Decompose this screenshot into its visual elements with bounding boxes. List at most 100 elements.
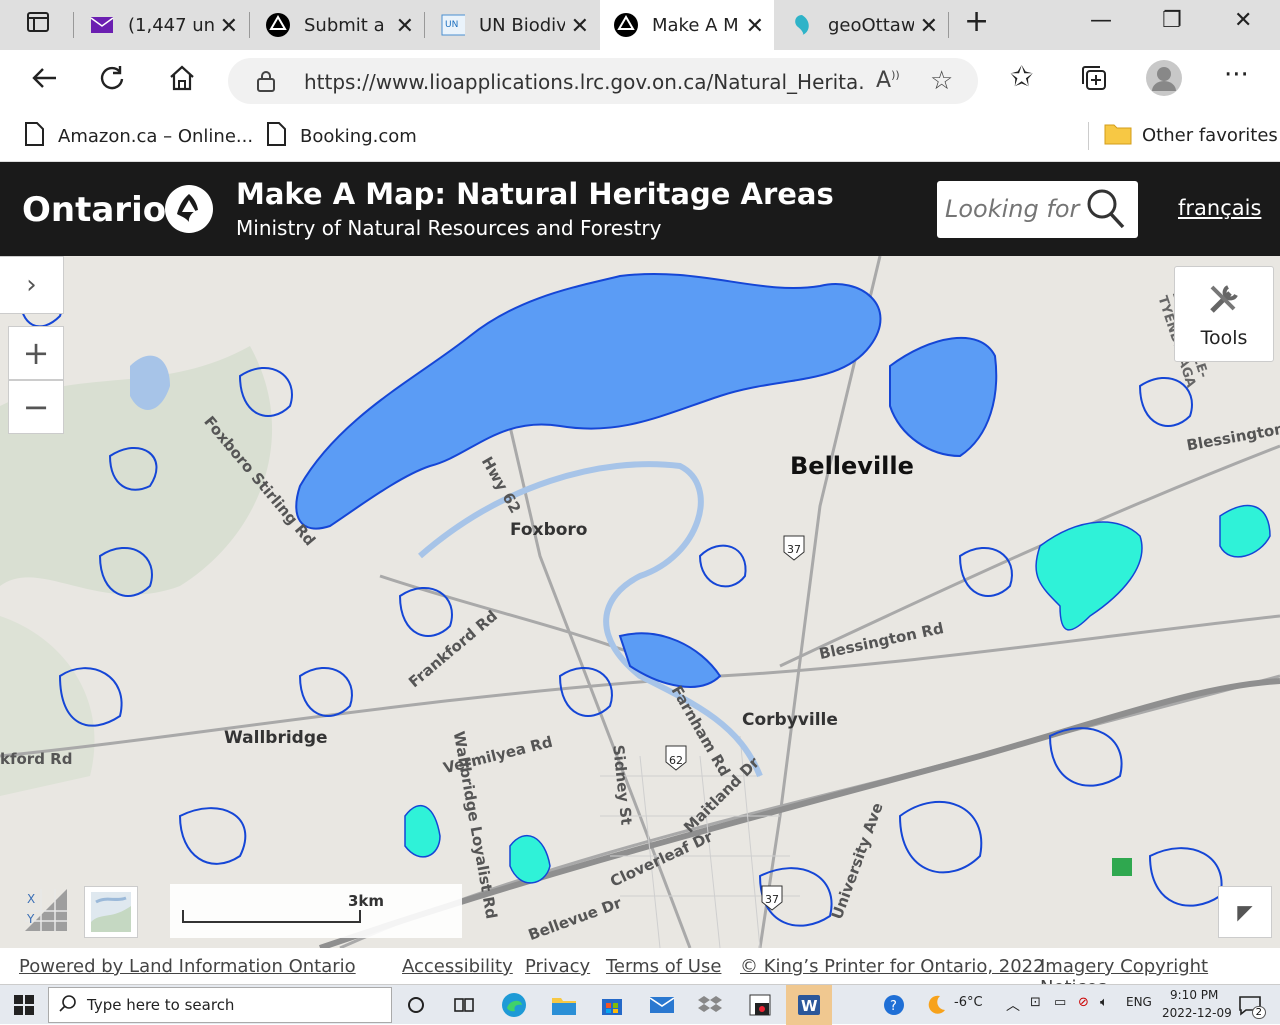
more-menu-icon[interactable]: ··· (1224, 60, 1249, 90)
favorite-label: Amazon.ca – Online... (58, 126, 254, 147)
vpn-icon[interactable]: ⊘ (1078, 995, 1089, 1010)
scale-line (182, 910, 361, 923)
tab-label: Make A Map (652, 14, 738, 36)
address-bar-row: https://www.lioapplications.lrc.gov.on.c… (0, 50, 1280, 110)
scale-bar: 3km (170, 884, 462, 938)
close-icon[interactable]: ✕ (920, 14, 938, 39)
taskbar-search-placeholder: Type here to search (87, 996, 235, 1014)
language-link[interactable]: français (1178, 196, 1261, 220)
volume-icon[interactable]: 🔈︎ (1100, 995, 1108, 1010)
new-tab-icon[interactable]: + (964, 4, 989, 39)
mail-app-icon[interactable] (648, 991, 676, 1019)
profile-avatar[interactable] (1146, 60, 1182, 103)
page-title: Make A Map: Natural Heritage Areas (236, 177, 834, 211)
windows-start-icon[interactable] (10, 991, 38, 1019)
close-icon[interactable]: ✕ (396, 14, 414, 39)
collections-icon[interactable] (1080, 64, 1108, 99)
coordinate-grid-button[interactable]: XY (20, 884, 72, 936)
close-icon[interactable]: ✕ (571, 14, 589, 39)
svg-text:Y: Y (26, 912, 35, 926)
svg-text:X: X (27, 892, 35, 906)
language-indicator[interactable]: ENG (1126, 995, 1152, 1009)
tab-actions-icon[interactable] (26, 10, 50, 41)
tab-submit[interactable]: Submit a ✕ (252, 0, 424, 50)
clock-date[interactable]: 2022-12-09 (1162, 1006, 1232, 1020)
tab-label: UN Biodiversity (479, 14, 565, 36)
svg-text:?: ? (890, 999, 897, 1014)
favorites-icon[interactable]: ✩ (1010, 60, 1033, 93)
svg-text:UN: UN (445, 20, 458, 30)
favorite-label: Booking.com (300, 126, 417, 147)
basemap-switch-button[interactable] (84, 886, 138, 938)
cortana-icon[interactable] (402, 991, 430, 1019)
tools-button[interactable]: Tools (1174, 266, 1274, 362)
mail-icon (90, 13, 114, 37)
plus-icon: + (22, 334, 50, 372)
search-box[interactable] (937, 181, 1138, 238)
tools-icon (1204, 279, 1244, 323)
expand-panel-button[interactable]: › (0, 256, 64, 314)
close-icon[interactable]: ✕ (746, 14, 764, 39)
back-icon[interactable] (30, 64, 58, 99)
edge-browser-icon[interactable] (500, 991, 528, 1019)
microsoft-store-icon[interactable] (598, 991, 626, 1019)
map-label-belleville: Belleville (790, 452, 914, 480)
overview-map-toggle[interactable]: ◤ (1218, 886, 1272, 938)
notifications-icon[interactable]: 2 (1236, 991, 1266, 1019)
interchange-icon (1112, 858, 1132, 876)
close-window-icon[interactable]: ✕ (1234, 8, 1252, 33)
add-favorite-icon[interactable]: ☆ (930, 66, 953, 96)
footer-link-accessibility[interactable]: Accessibility (402, 956, 513, 977)
favorite-booking[interactable]: Booking.com (266, 121, 417, 152)
map-label-corbyville: Corbyville (742, 710, 838, 730)
favorite-amazon[interactable]: Amazon.ca – Online... (24, 121, 253, 152)
other-favorites-label: Other favorites (1142, 125, 1278, 146)
map-base[interactable]: 37 62 37 (0, 256, 1280, 948)
task-view-icon[interactable] (450, 991, 478, 1019)
page-icon (266, 121, 286, 152)
footer-link-copyright[interactable]: © King’s Printer for Ontario, 2022 (740, 956, 1045, 977)
other-favorites[interactable]: Other favorites (1104, 121, 1278, 150)
tab-label: Submit a (304, 14, 385, 36)
tab-geoottawa[interactable]: geoOttawa ✕ (776, 0, 948, 50)
highway-shield-label: 62 (669, 754, 683, 767)
taskbar-search-box[interactable]: Type here to search (48, 987, 392, 1023)
footer-link-privacy[interactable]: Privacy (525, 956, 590, 977)
minimize-icon[interactable]: — (1090, 8, 1112, 33)
restore-icon[interactable]: ❐ (1162, 8, 1182, 33)
refresh-icon[interactable] (98, 64, 126, 99)
map-canvas[interactable]: 37 62 37 Belleville Foxboro Corbyville W… (0, 256, 1280, 948)
zoom-in-button[interactable]: + (8, 326, 64, 380)
photo-app-icon[interactable] (746, 991, 774, 1019)
lock-icon[interactable] (256, 70, 276, 96)
url-bar[interactable]: https://www.lioapplications.lrc.gov.on.c… (228, 58, 978, 104)
read-aloud-icon[interactable]: A)) (876, 68, 900, 93)
geo-ottawa-icon (790, 13, 814, 37)
help-icon[interactable]: ? (880, 991, 908, 1019)
site-footer: Powered by Land Information Ontario Acce… (0, 948, 1280, 998)
word-app-icon[interactable]: W (786, 985, 832, 1025)
ontario-logo-text[interactable]: Ontario (22, 190, 166, 230)
page-subtitle: Ministry of Natural Resources and Forest… (236, 216, 662, 240)
tab-make-a-map[interactable]: Make A Map ✕ (600, 0, 774, 50)
search-input[interactable] (945, 191, 1085, 227)
display-icon[interactable]: ▭ (1054, 995, 1066, 1010)
show-hidden-icons[interactable]: ︿ (1006, 995, 1020, 1015)
temperature[interactable]: -6°C (954, 995, 983, 1010)
tab-un-biodiversity[interactable]: UN UN Biodiversity ✕ (427, 0, 599, 50)
network-icon[interactable]: ⊡ (1030, 995, 1041, 1010)
home-icon[interactable] (168, 64, 196, 99)
footer-link-terms[interactable]: Terms of Use (606, 956, 721, 977)
footer-link-lio[interactable]: Powered by Land Information Ontario (19, 956, 356, 977)
tab-label: geoOttawa (828, 14, 914, 36)
file-explorer-icon[interactable] (550, 991, 578, 1019)
zoom-out-button[interactable]: − (8, 380, 64, 434)
favorites-bar: Amazon.ca – Online... Booking.com Other … (0, 110, 1280, 162)
clock-time[interactable]: 9:10 PM (1170, 988, 1218, 1002)
dropbox-icon[interactable] (696, 991, 724, 1019)
ontario-trillium-logo-icon[interactable] (164, 184, 214, 234)
tab-mail[interactable]: (1,447 unread) ✕ (76, 0, 248, 50)
url-text[interactable]: https://www.lioapplications.lrc.gov.on.c… (304, 70, 864, 94)
search-icon[interactable] (1085, 187, 1127, 235)
close-icon[interactable]: ✕ (220, 14, 238, 39)
